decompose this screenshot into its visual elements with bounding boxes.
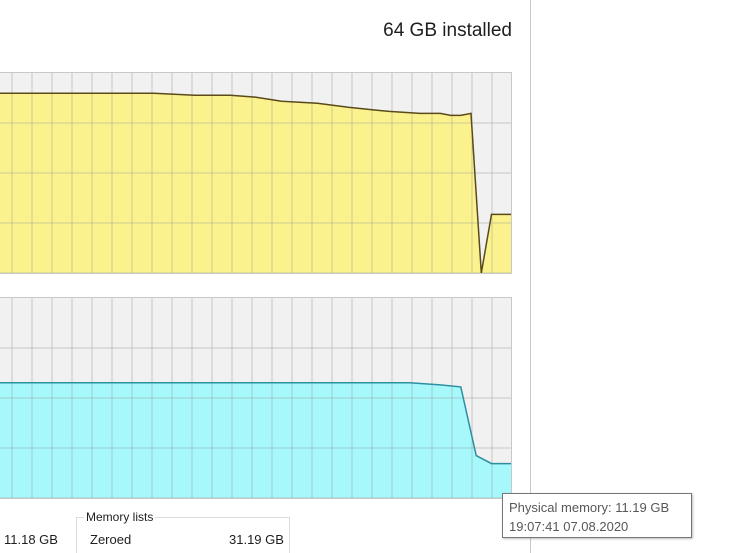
- memory-composition-area: [0, 382, 511, 498]
- memory-usage-graph[interactable]: [0, 72, 512, 274]
- memory-composition-chart: [0, 298, 511, 498]
- tooltip-physical-memory: Physical memory: 11.19 GB: [509, 500, 670, 515]
- tooltip-timestamp: 19:07:41 07.08.2020: [509, 519, 629, 534]
- memory-usage-chart: [0, 73, 511, 273]
- memory-lists-title: Memory lists: [84, 510, 156, 524]
- graph-tooltip: Physical memory: 11.19 GB 19:07:41 07.08…: [502, 493, 692, 538]
- in-use-value: 11.18 GB: [4, 532, 58, 547]
- memory-composition-graph[interactable]: [0, 297, 512, 499]
- zeroed-label: Zeroed: [90, 532, 132, 547]
- installed-memory-label: 64 GB installed: [383, 20, 512, 41]
- memory-usage-area: [0, 93, 511, 273]
- zeroed-value: 31.19 GB: [229, 532, 284, 547]
- memory-panel: 64 GB installed 11.18 GB Memory lists Ze…: [0, 0, 531, 553]
